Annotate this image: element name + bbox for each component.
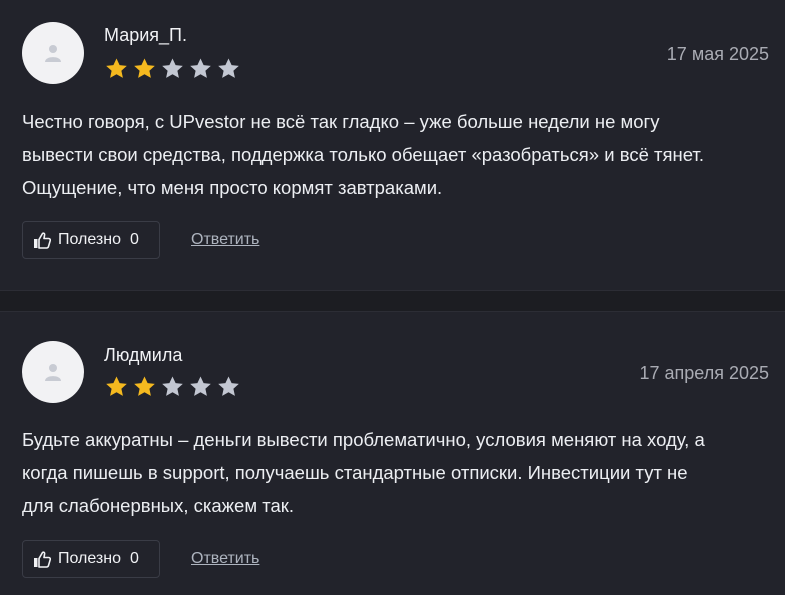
review-text-line: Честно говоря, с UPvestor не всё так гла… [22, 111, 660, 132]
review-text: Будьте аккуратны – деньги вывести пробле… [22, 423, 772, 522]
avatar [22, 341, 84, 403]
review-text-line: для слабонервных, скажем так. [22, 495, 294, 516]
review-card: Людмила 17 апреля 2025 Будьте аккуратны … [0, 312, 785, 595]
star-rating [104, 57, 241, 81]
star-empty-icon [190, 376, 211, 396]
star-empty-icon [190, 58, 211, 78]
star-filled-icon [134, 58, 155, 78]
thumbs-up-icon [34, 231, 51, 249]
review-divider [0, 290, 785, 312]
reply-link[interactable]: Ответить [191, 231, 259, 249]
review-author: Мария_П. [104, 25, 187, 45]
helpful-count: 0 [130, 231, 139, 248]
reply-link[interactable]: Ответить [191, 550, 259, 568]
review-text: Честно говоря, с UPvestor не всё так гла… [22, 105, 772, 204]
review-text-line: когда пишешь в support, получаешь станда… [22, 462, 688, 483]
helpful-count: 0 [130, 550, 139, 567]
review-author: Людмила [104, 345, 183, 365]
star-empty-icon [162, 58, 183, 78]
review-card: Мария_П. 17 мая 2025 Честно говоря, с UP… [0, 0, 785, 290]
review-date: 17 апреля 2025 [639, 363, 770, 383]
star-rating [104, 375, 241, 399]
thumbs-up-icon [34, 550, 51, 568]
review-text-line: вывести свои средства, поддержка только … [22, 144, 704, 165]
helpful-label: Полезно [58, 550, 121, 567]
star-filled-icon [106, 376, 127, 396]
review-text-line: Ощущение, что меня просто кормят завтрак… [22, 177, 443, 198]
star-filled-icon [106, 58, 127, 78]
helpful-label: Полезно [58, 231, 121, 248]
review-text-line: Будьте аккуратны – деньги вывести пробле… [22, 429, 705, 450]
helpful-button[interactable]: Полезно 0 [22, 540, 160, 578]
star-empty-icon [162, 376, 183, 396]
helpful-button[interactable]: Полезно 0 [22, 221, 160, 259]
user-silhouette-icon [45, 45, 61, 62]
star-empty-icon [218, 376, 239, 396]
avatar [22, 22, 84, 84]
user-silhouette-icon [45, 364, 61, 381]
star-filled-icon [134, 376, 155, 396]
star-empty-icon [218, 58, 239, 78]
review-date: 17 мая 2025 [666, 44, 769, 64]
